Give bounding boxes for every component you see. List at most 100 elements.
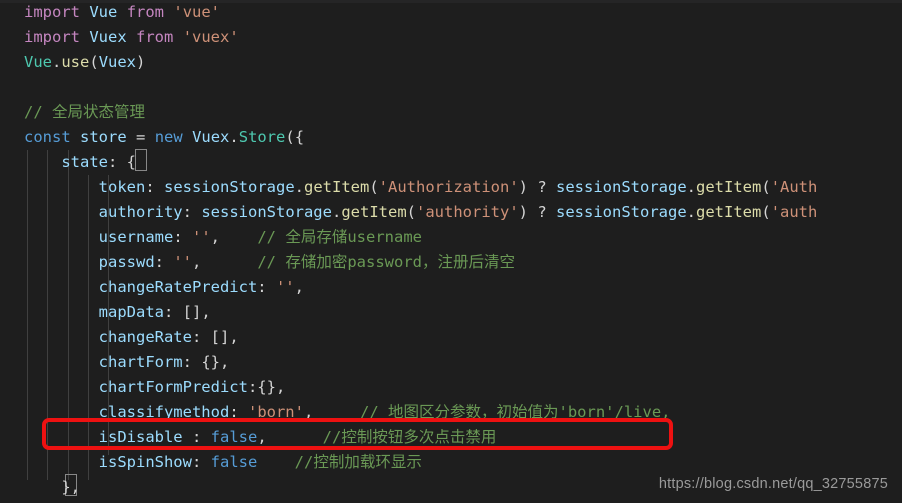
code-token: : [173,228,192,246]
code-token: Vuex [89,28,127,46]
code-token: ( [761,178,771,196]
code-token: ? [537,203,547,221]
code-token: state [61,153,108,171]
code-line[interactable]: chartFormPredict:{}, [0,375,902,400]
code-token: ( [406,203,416,221]
code-token: getItem [341,203,407,221]
code-token: 'vuex' [182,28,239,46]
code-token: import [24,28,80,46]
code-line[interactable]: changeRatePredict: '', [0,275,902,300]
code-token: , [294,278,304,296]
code-token: use [61,53,90,71]
code-line[interactable]: chartForm: {}, [0,350,902,375]
code-line[interactable]: authority: sessionStorage.getItem('autho… [0,200,902,225]
code-token: ({ [285,128,305,146]
code-token: 'vue' [173,3,221,21]
code-token: : [154,253,174,271]
code-token: changeRatePredict [98,278,258,296]
code-token: const [24,128,71,146]
code-token: . [331,203,342,221]
code-token: 'born' [247,403,304,421]
code-line[interactable]: mapData: [], [0,300,902,325]
code-token: username [98,228,174,246]
code-token: : [191,453,211,471]
code-token: : [257,278,276,296]
code-token: ( [369,178,379,196]
code-token: Vue [24,53,52,71]
code-token: // 存储加密password，注册后清空 [257,253,515,271]
code-line[interactable]: username: '', // 全局存储username [0,225,902,250]
code-line[interactable]: // 全局状态管理 [0,100,902,125]
code-token: , [192,253,202,271]
code-token: ( [89,53,99,71]
code-token: changeRate [98,328,192,346]
code-token: ? [537,178,547,196]
code-token: Vuex [192,128,230,146]
code-token: '' [173,253,192,271]
code-token: Store [238,128,286,146]
code-token: from [126,3,165,21]
code-token: isSpinShow [98,453,192,471]
code-token: getItem [696,203,762,221]
code-token: . [229,128,239,146]
code-token: , [210,228,220,246]
code-line[interactable] [0,75,902,100]
code-line[interactable]: token: sessionStorage.getItem('Authoriza… [0,175,902,200]
code-token: '' [275,278,295,296]
code-token: . [686,203,697,221]
code-token: 'auth [770,203,818,221]
code-token: sessionStorage [556,203,687,221]
code-token: import [24,3,80,21]
code-token: { [126,153,137,171]
code-token: : [191,328,211,346]
code-token: [], [210,328,239,346]
code-token: . [52,53,62,71]
code-token: passwd [98,253,155,271]
code-line[interactable]: const store = new Vuex.Store({ [0,125,902,150]
code-token: }, [61,478,80,496]
code-line[interactable]: isDisable : false, //控制按钮多次点击禁用 [0,425,902,450]
code-token: . [686,178,697,196]
code-token: :{}, [247,378,286,396]
code-line[interactable]: state: { [0,150,902,175]
code-line[interactable]: classifymethod: 'born', // 地图区分参数，初始值为'b… [0,400,902,425]
code-token: //控制按钮多次点击禁用 [322,428,497,446]
code-line[interactable]: Vue.use(Vuex) [0,50,902,75]
code-line[interactable]: passwd: '', // 存储加密password，注册后清空 [0,250,902,275]
code-token: store [80,128,127,146]
code-line[interactable]: import Vue from 'vue' [0,0,902,25]
code-line[interactable]: import Vuex from 'vuex' [0,25,902,50]
code-token: Vuex [98,53,137,71]
code-token: sessionStorage [556,178,687,196]
code-token: chartFormPredict [98,378,248,396]
code-token: ) [518,178,538,196]
code-token: . [294,178,304,196]
code-token: // 地图区分参数，初始值为'born'/live, [360,403,671,421]
code-token: 'Auth [770,178,818,196]
code-line[interactable]: changeRate: [], [0,325,902,350]
code-token: // 全局状态管理 [24,103,145,121]
code-token: from [136,28,174,46]
code-token: : [191,428,211,446]
code-token: getItem [304,178,370,196]
code-token: false [210,453,258,471]
code-token: isDisable [98,428,192,446]
code-lines-container: import Vue from 'vue' import Vuex from 'v… [0,0,902,500]
code-token: [], [182,303,211,321]
code-token: : [108,153,127,171]
code-token: 'authority' [416,203,519,221]
